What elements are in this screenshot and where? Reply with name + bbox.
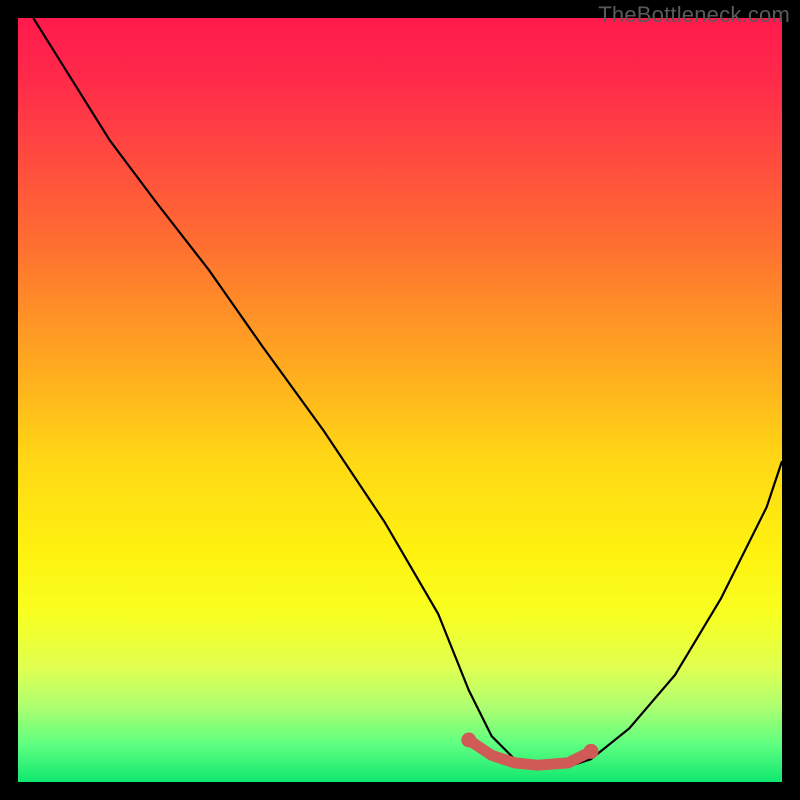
- highlight-dot: [461, 733, 476, 748]
- highlight-dot: [584, 744, 599, 759]
- chart-container: TheBottleneck.com: [0, 0, 800, 800]
- watermark-text: TheBottleneck.com: [598, 2, 790, 28]
- bottleneck-curve: [33, 18, 782, 767]
- highlight-region: [469, 740, 591, 765]
- plot-area: [18, 18, 782, 782]
- chart-svg: [18, 18, 782, 782]
